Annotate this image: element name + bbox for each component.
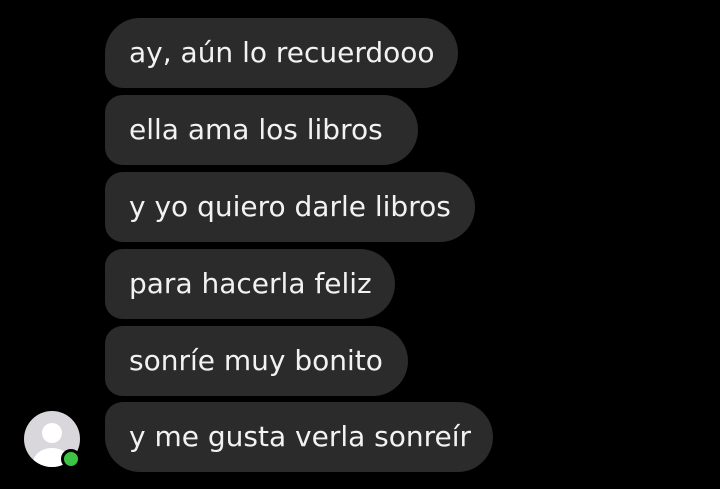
online-status-indicator [61,449,81,469]
message-text: para hacerla feliz [129,267,372,300]
message-bubble[interactable]: sonríe muy bonito [105,326,408,396]
message-bubble[interactable]: ay, aún lo recuerdooo [105,18,458,88]
message-bubble[interactable]: y me gusta verla sonreír [105,402,493,472]
chat-thread: ay, aún lo recuerdooo ella ama los libro… [0,0,720,489]
message-text: ella ama los libros [129,113,383,146]
message-text: ay, aún lo recuerdooo [129,36,435,69]
message-text: sonríe muy bonito [129,344,383,377]
message-text: y me gusta verla sonreír [129,420,472,453]
message-bubble[interactable]: ella ama los libros [105,95,418,165]
message-bubble[interactable]: y yo quiero darle libros [105,172,475,242]
message-bubble[interactable]: para hacerla feliz [105,249,395,319]
message-text: y yo quiero darle libros [129,190,451,223]
